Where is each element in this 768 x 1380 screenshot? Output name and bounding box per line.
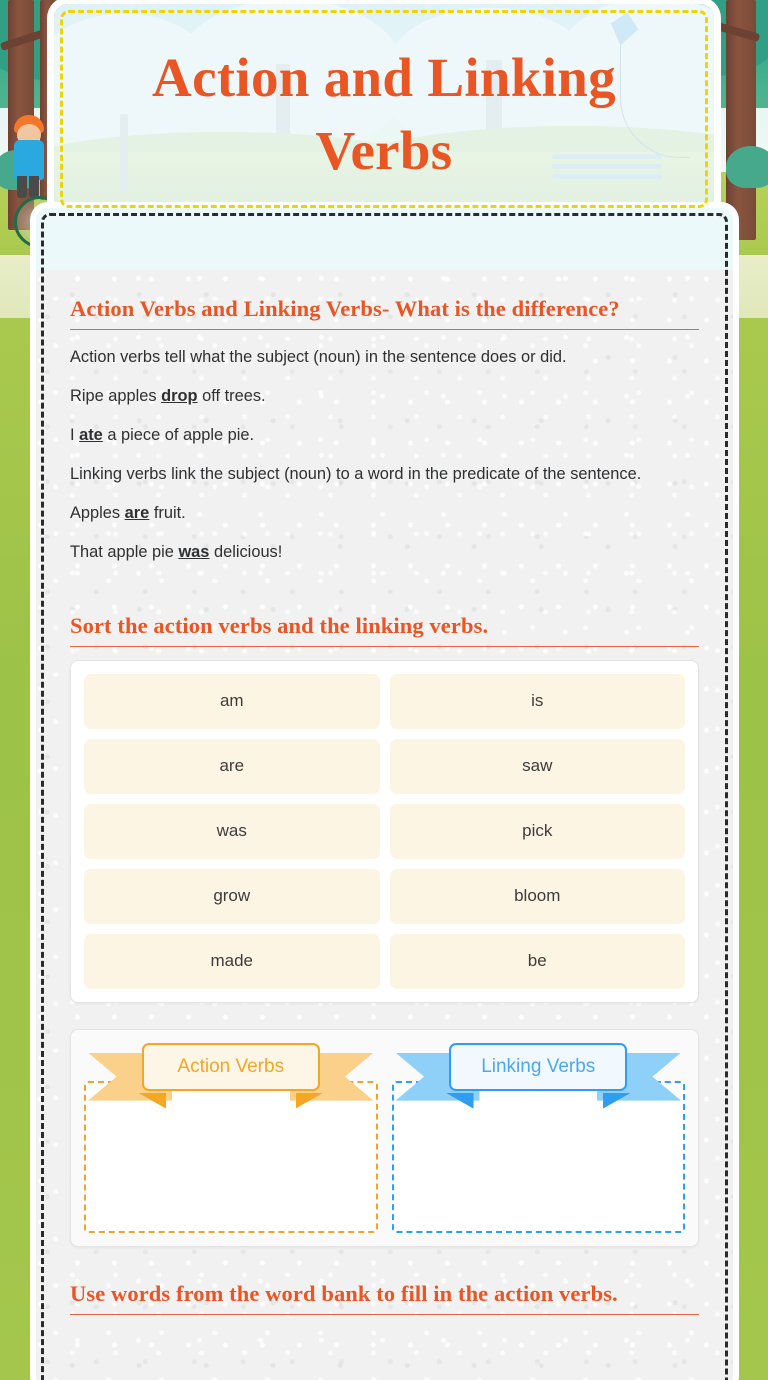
explanation-line: Apples are fruit. (70, 501, 699, 526)
dropzone-action-verbs[interactable]: Action Verbs (84, 1042, 378, 1233)
word-tile[interactable]: pick (389, 803, 685, 859)
highlighted-verb: are (124, 503, 150, 522)
explanation-text-after: off trees. (197, 386, 266, 405)
word-tile[interactable]: are (84, 738, 380, 794)
background-child-leg (29, 176, 39, 198)
background-bush (726, 146, 768, 188)
word-tile[interactable]: am (84, 673, 380, 729)
dropzone-linking-verbs-well[interactable] (391, 1080, 685, 1233)
word-tile-bank: am is are saw was pick grow bloom made b… (70, 659, 699, 1003)
sort-dropzone-card: Action Verbs Linking Verbs (70, 1028, 699, 1247)
word-tile[interactable]: saw (389, 738, 685, 794)
dropzone-linking-verbs[interactable]: Linking Verbs (391, 1042, 685, 1233)
explanation-text-before: Action verbs tell what the subject (noun… (70, 348, 567, 366)
word-tile[interactable]: made (84, 933, 380, 989)
word-tile[interactable]: be (389, 933, 685, 989)
worksheet-header-card: Action and Linking Verbs (54, 4, 714, 214)
highlighted-verb: was (178, 542, 210, 561)
explanation-text-after: fruit. (149, 503, 186, 522)
explanation-text-before: Apples (70, 503, 125, 522)
page-title: Action and Linking Verbs (152, 47, 616, 181)
explanation-line: Ripe apples drop off trees. (70, 384, 699, 409)
explanation-line: I ate a piece of apple pie. (70, 423, 699, 448)
explanation-text-after: a piece of apple pie. (102, 425, 255, 444)
explanation-line: That apple pie was delicious! (70, 540, 699, 565)
explanation-heading: Action Verbs and Linking Verbs- What is … (70, 296, 699, 330)
dropzone-action-verbs-label: Action Verbs (141, 1042, 320, 1091)
dropzone-linking-verbs-label: Linking Verbs (449, 1042, 628, 1091)
explanation-text-before: That apple pie (70, 542, 179, 561)
explanation-text-before: Ripe apples (70, 386, 162, 405)
explanation-text-before: I (70, 425, 80, 444)
word-tile[interactable]: bloom (389, 868, 685, 924)
background-child-leg (17, 176, 27, 198)
background-child-body (14, 140, 44, 180)
sort-activity-heading: Sort the action verbs and the linking ve… (70, 613, 699, 647)
explanation-line: Linking verbs link the subject (noun) to… (70, 462, 699, 487)
word-tile[interactable]: was (84, 803, 380, 859)
worksheet-page: Action and Linking Verbs Action Verbs an… (0, 0, 768, 1380)
body-top-strip (36, 208, 733, 270)
explanation-text-after: delicious! (209, 542, 283, 561)
worksheet-content: Action Verbs and Linking Verbs- What is … (36, 270, 733, 1330)
dropzone-action-verbs-well[interactable] (84, 1080, 378, 1233)
wordbank-activity-heading: Use words from the word bank to fill in … (70, 1281, 699, 1315)
explanation-text-before: Linking verbs link the subject (noun) to… (70, 464, 642, 483)
highlighted-verb: ate (79, 425, 103, 444)
worksheet-body-card: Action Verbs and Linking Verbs- What is … (36, 208, 733, 1380)
word-tile[interactable]: grow (84, 868, 380, 924)
word-tile[interactable]: is (389, 673, 685, 729)
explanation-line: Action verbs tell what the subject (noun… (70, 345, 699, 370)
highlighted-verb: drop (161, 386, 198, 405)
